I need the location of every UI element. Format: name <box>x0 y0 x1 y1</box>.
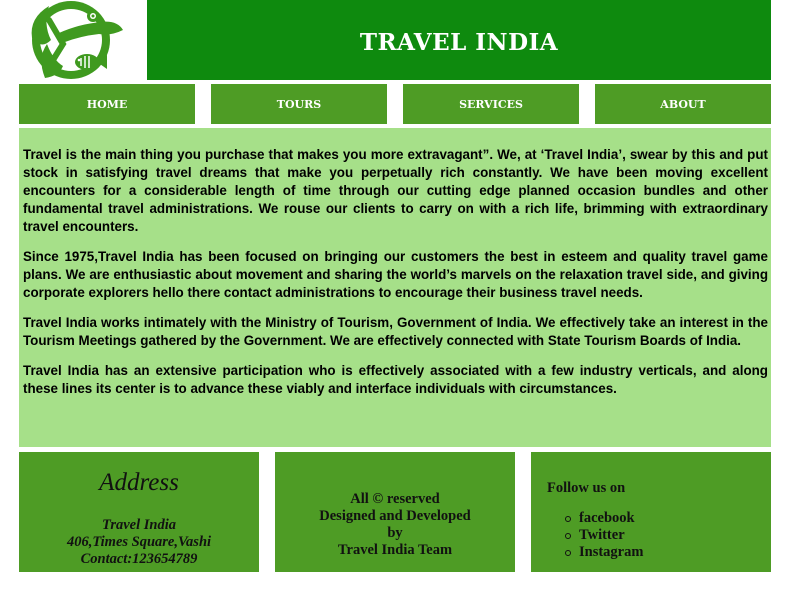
social-link-label: facebook <box>579 510 635 526</box>
content-paragraph: Travel India works intimately with the M… <box>23 315 768 348</box>
content-paragraph: Since 1975,Travel India has been focused… <box>23 249 768 300</box>
credits-line: by <box>387 525 403 541</box>
logo <box>19 0 139 80</box>
site-header: TRAVEL INDIA <box>147 0 771 80</box>
main-content: Travel is the main thing you purchase th… <box>19 128 771 447</box>
bullet-icon <box>565 533 571 539</box>
footer-credits: All © reserved Designed and Developed by… <box>275 452 515 572</box>
address-lines: Travel India 406,Times Square,Vashi Cont… <box>19 517 259 568</box>
address-line: Contact:123654789 <box>80 551 198 567</box>
credits-lines: All © reserved Designed and Developed by… <box>275 491 515 559</box>
address-title: Address <box>99 469 179 496</box>
nav-item-tours[interactable]: TOURS <box>211 84 387 124</box>
credits-line: Designed and Developed <box>319 508 471 524</box>
nav-item-about[interactable]: ABOUT <box>595 84 771 124</box>
social-link-facebook[interactable]: facebook <box>565 510 643 527</box>
bullet-icon <box>565 550 571 556</box>
credits-line: All © reserved <box>350 491 440 507</box>
nav-item-home[interactable]: HOME <box>19 84 195 124</box>
social-link-label: Twitter <box>579 527 625 543</box>
social-link-instagram[interactable]: Instagram <box>565 544 644 561</box>
credits-line: Travel India Team <box>337 542 453 558</box>
address-line: Travel India <box>102 517 176 533</box>
nav-item-services[interactable]: SERVICES <box>403 84 579 124</box>
social-link-twitter[interactable]: Twitter <box>565 527 643 544</box>
content-paragraph: Travel is the main thing you purchase th… <box>23 147 768 234</box>
address-line: 406,Times Square,Vashi <box>66 534 212 550</box>
crocodile-fish-leaf-logo-icon <box>31 1 123 79</box>
content-paragraph: Travel India has an extensive participat… <box>23 363 768 396</box>
footer-social: Follow us on facebook Twitter Instagram <box>531 452 771 572</box>
footer-address: Address Travel India 406,Times Square,Va… <box>19 452 259 572</box>
site-title: TRAVEL INDIA <box>359 28 559 56</box>
social-link-label: Instagram <box>579 544 644 560</box>
bullet-icon <box>565 516 571 522</box>
follow-title: Follow us on <box>547 480 626 496</box>
social-list: facebook Twitter Instagram <box>565 510 644 561</box>
